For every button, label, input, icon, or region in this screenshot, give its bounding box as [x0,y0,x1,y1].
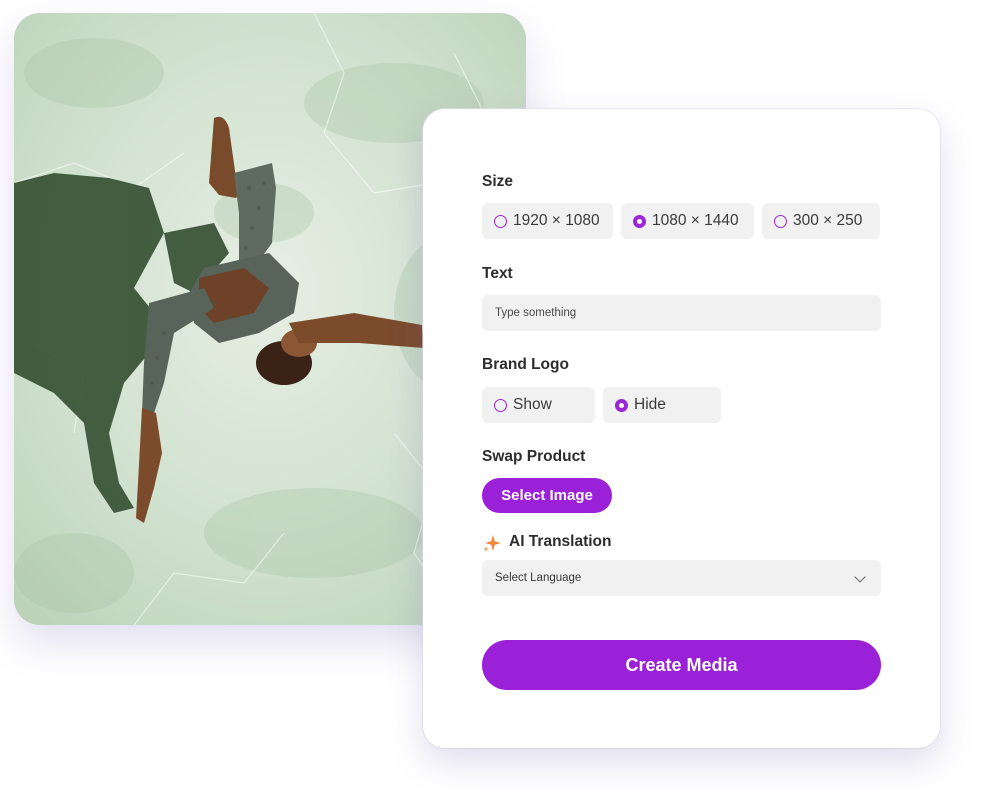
radio-unchecked-icon [494,214,507,228]
radio-checked-icon [633,214,646,228]
text-label: Text [482,265,513,282]
size-option-label: 1920 × 1080 [513,212,600,229]
brand-logo-label: Brand Logo [482,356,569,373]
stage: Size 1920 × 1080 1080 × 1440 300 × 250 T… [0,0,981,790]
brand-logo-show-option[interactable]: Show [482,387,595,423]
create-media-button[interactable]: Create Media [482,640,881,690]
create-media-panel: Size 1920 × 1080 1080 × 1440 300 × 250 T… [423,109,940,748]
brand-logo-option-label: Show [513,396,552,413]
ai-translation-label: AI Translation [509,533,612,550]
radio-unchecked-icon [494,398,507,412]
brand-logo-option-label: Hide [634,396,666,413]
language-select-placeholder: Select Language [495,572,582,584]
size-option-label: 300 × 250 [793,212,863,229]
size-option-1080x1440[interactable]: 1080 × 1440 [621,203,754,239]
size-option-1920x1080[interactable]: 1920 × 1080 [482,203,613,239]
language-select[interactable]: Select Language [482,560,881,596]
size-option-300x250[interactable]: 300 × 250 [762,203,880,239]
size-option-label: 1080 × 1440 [652,212,739,229]
swap-product-label: Swap Product [482,448,586,465]
sparkle-icon [483,535,501,552]
brand-logo-hide-option[interactable]: Hide [603,387,721,423]
size-label: Size [482,173,514,190]
text-input[interactable] [482,295,881,331]
select-image-button[interactable]: Select Image [482,478,612,513]
radio-checked-icon [615,398,628,412]
radio-unchecked-icon [774,214,787,228]
chevron-down-icon [854,571,866,583]
